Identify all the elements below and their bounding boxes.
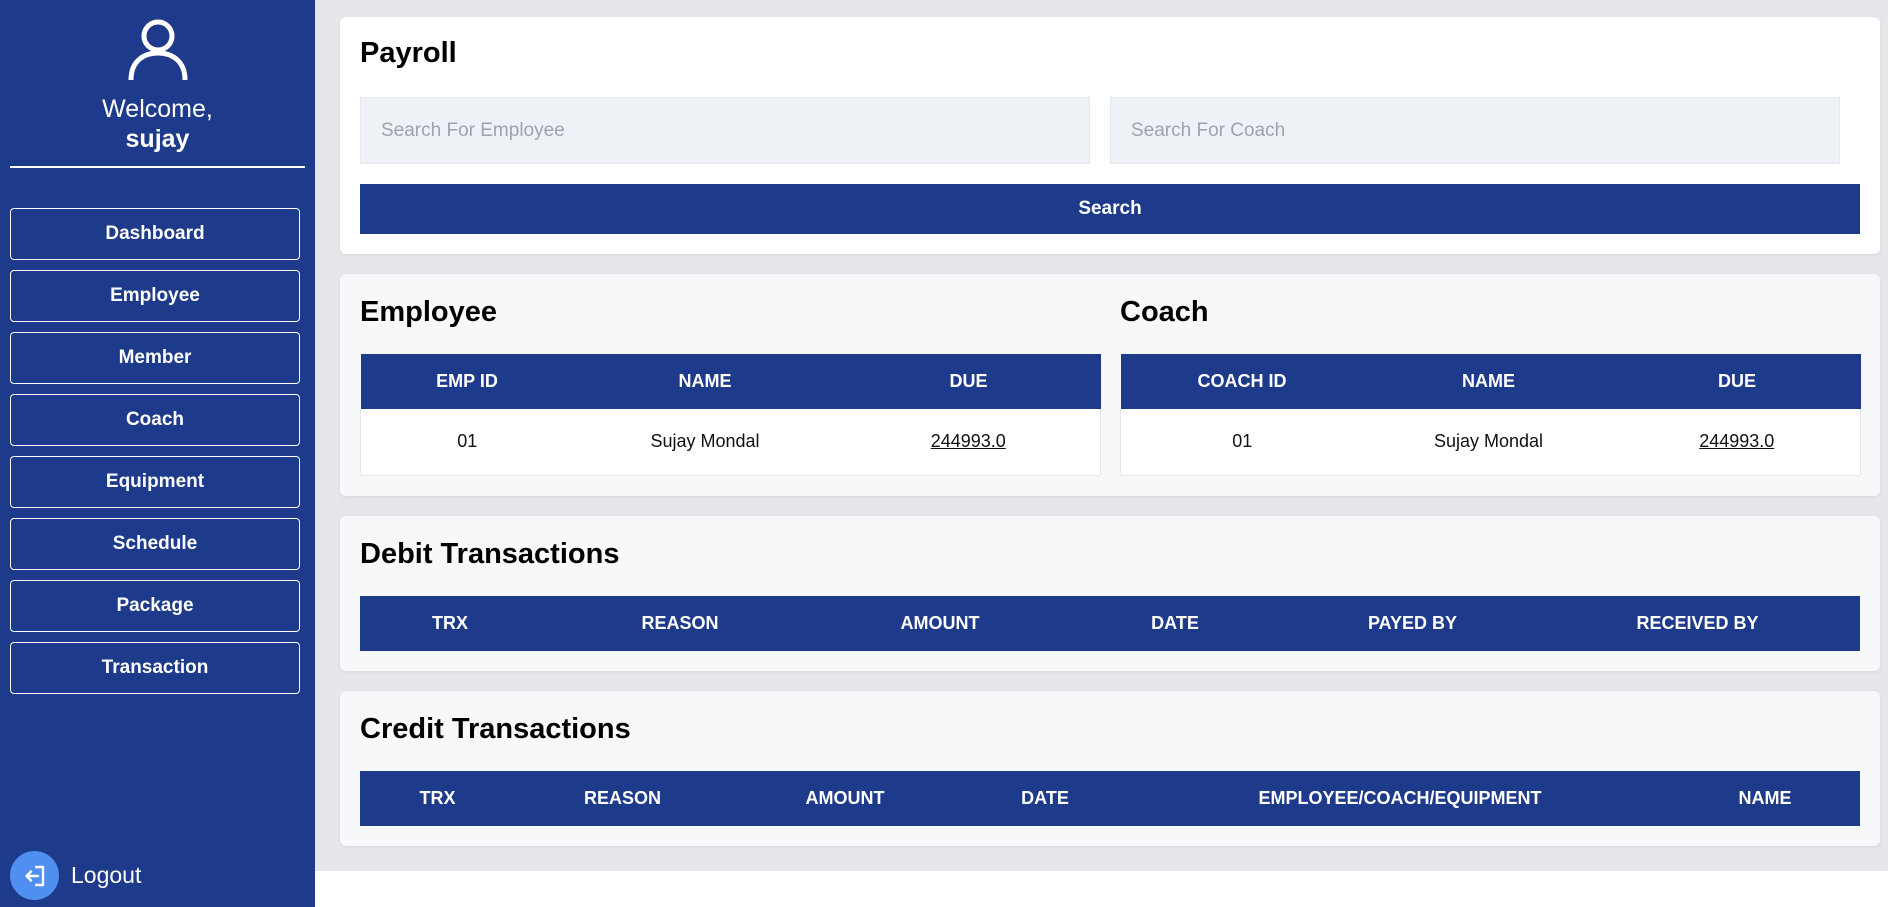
column-header: NAME xyxy=(573,354,837,409)
table-row: 01 Sujay Mondal 244993.0 xyxy=(360,409,1101,476)
sidebar-item-employee[interactable]: Employee xyxy=(10,270,300,322)
sidebar-item-dashboard[interactable]: Dashboard xyxy=(10,208,300,260)
logout-button[interactable]: Logout xyxy=(10,851,141,900)
coach-due-table: COACH ID NAME DUE 01 Sujay Mondal 244993… xyxy=(1120,354,1861,476)
column-header: DATE xyxy=(1060,596,1290,651)
due-card: Employee EMP ID NAME DUE 01 Sujay Mondal… xyxy=(340,274,1880,496)
table-row: 01 Sujay Mondal 244993.0 xyxy=(1120,409,1861,476)
main-content: Payroll Search Employee EMP ID NAME DUE … xyxy=(315,0,1888,871)
column-header: RECEIVED BY xyxy=(1535,596,1860,651)
column-header: REASON xyxy=(515,771,730,826)
employee-search-input[interactable] xyxy=(360,97,1090,164)
logout-icon xyxy=(10,851,59,900)
column-header: DUE xyxy=(1613,354,1861,409)
employee-due-table: EMP ID NAME DUE 01 Sujay Mondal 244993.0 xyxy=(360,354,1101,476)
column-header: NAME xyxy=(1363,354,1614,409)
credit-transactions-card: Credit Transactions TRX REASON AMOUNT DA… xyxy=(340,691,1880,846)
payroll-card: Payroll Search xyxy=(340,17,1880,254)
column-header: TRX xyxy=(360,771,515,826)
coach-section-title: Coach xyxy=(1120,296,1209,328)
sidebar-item-transaction[interactable]: Transaction xyxy=(10,642,300,694)
employee-name-cell: Sujay Mondal xyxy=(573,409,837,476)
user-icon xyxy=(128,19,187,81)
sidebar-item-package[interactable]: Package xyxy=(10,580,300,632)
sidebar-item-member[interactable]: Member xyxy=(10,332,300,384)
sidebar-nav: Dashboard Employee Member Coach Equipmen… xyxy=(0,208,315,694)
profile-block: Welcome, sujay xyxy=(0,0,315,154)
column-header: PAYED BY xyxy=(1290,596,1535,651)
column-header: EMP ID xyxy=(360,354,574,409)
search-button[interactable]: Search xyxy=(360,184,1860,234)
sidebar: Welcome, sujay Dashboard Employee Member… xyxy=(0,0,315,907)
credit-transactions-table: TRX REASON AMOUNT DATE EMPLOYEE/COACH/EQ… xyxy=(360,771,1860,826)
username: sujay xyxy=(125,125,190,153)
column-header: NAME xyxy=(1670,771,1860,826)
column-header: DUE xyxy=(836,354,1101,409)
coach-due-cell: 244993.0 xyxy=(1613,409,1861,476)
coach-name-cell: Sujay Mondal xyxy=(1363,409,1614,476)
table-header-row: TRX REASON AMOUNT DATE PAYED BY RECEIVED… xyxy=(360,596,1860,651)
welcome-text: Welcome, xyxy=(102,95,213,123)
credit-section-title: Credit Transactions xyxy=(360,713,631,745)
debit-section-title: Debit Transactions xyxy=(360,538,620,570)
coach-id-cell: 01 xyxy=(1120,409,1364,476)
column-header: COACH ID xyxy=(1120,354,1364,409)
column-header: EMPLOYEE/COACH/EQUIPMENT xyxy=(1130,771,1670,826)
sidebar-divider xyxy=(10,166,305,168)
column-header: AMOUNT xyxy=(820,596,1060,651)
column-header: DATE xyxy=(960,771,1130,826)
column-header: REASON xyxy=(540,596,820,651)
employee-section-title: Employee xyxy=(360,296,497,328)
sidebar-item-equipment[interactable]: Equipment xyxy=(10,456,300,508)
coach-search-input[interactable] xyxy=(1110,97,1840,164)
debit-transactions-card: Debit Transactions TRX REASON AMOUNT DAT… xyxy=(340,516,1880,671)
employee-due-cell: 244993.0 xyxy=(836,409,1101,476)
column-header: TRX xyxy=(360,596,540,651)
table-header-row: EMP ID NAME DUE xyxy=(360,354,1101,409)
sidebar-item-coach[interactable]: Coach xyxy=(10,394,300,446)
employee-due-link[interactable]: 244993.0 xyxy=(931,431,1006,451)
table-header-row: COACH ID NAME DUE xyxy=(1120,354,1861,409)
coach-due-link[interactable]: 244993.0 xyxy=(1699,431,1774,451)
sidebar-item-schedule[interactable]: Schedule xyxy=(10,518,300,570)
table-header-row: TRX REASON AMOUNT DATE EMPLOYEE/COACH/EQ… xyxy=(360,771,1860,826)
column-header: AMOUNT xyxy=(730,771,960,826)
debit-transactions-table: TRX REASON AMOUNT DATE PAYED BY RECEIVED… xyxy=(360,596,1860,651)
employee-id-cell: 01 xyxy=(360,409,574,476)
page-title: Payroll xyxy=(360,37,457,69)
logout-label: Logout xyxy=(71,862,142,888)
